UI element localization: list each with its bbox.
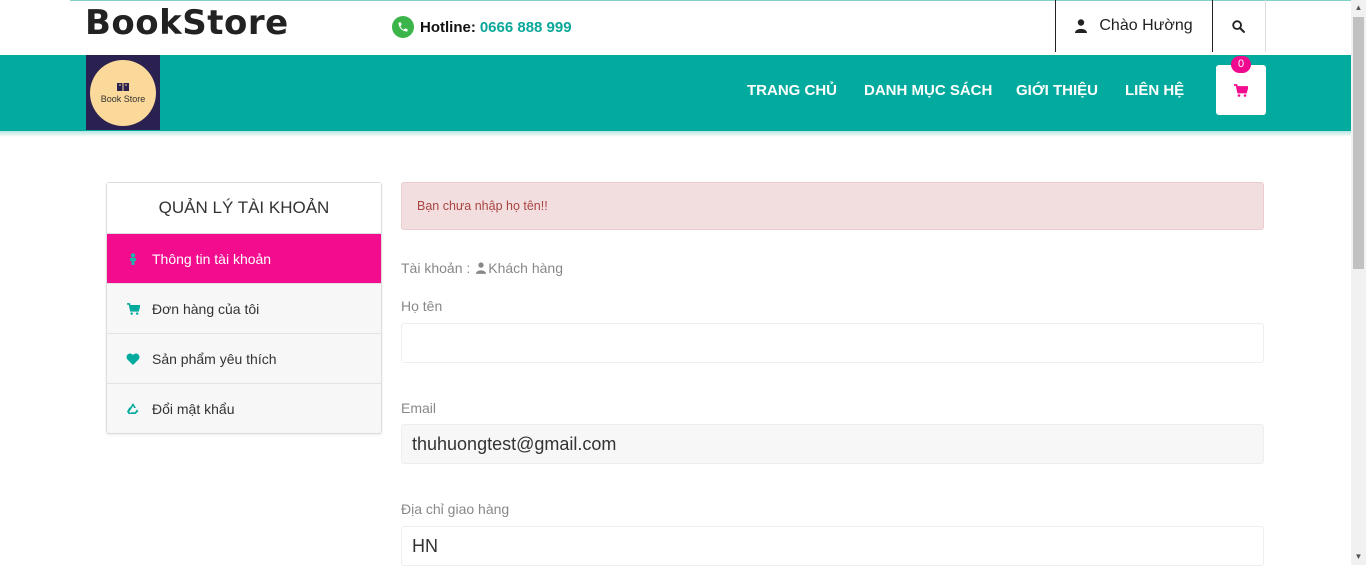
sidebar-item-change-password[interactable]: Đổi mật khẩu: [107, 384, 381, 433]
sidebar-item-my-orders[interactable]: Đơn hàng của tôi: [107, 284, 381, 334]
logo-text: Book Store: [100, 93, 146, 104]
logo[interactable]: Book Store: [86, 55, 160, 130]
hotline-label: Hotline:: [420, 18, 476, 36]
address-input[interactable]: [401, 526, 1264, 566]
error-alert: Bạn chưa nhập họ tên!!: [401, 182, 1264, 230]
greeting-text: Chào Hường: [1099, 17, 1193, 34]
account-sidebar: QUẢN LÝ TÀI KHOẢN Thông tin tài khoản Đơ…: [106, 182, 382, 434]
name-label: Họ tên: [401, 298, 443, 314]
user-icon: [126, 252, 140, 265]
cart-icon: [126, 302, 140, 315]
heart-icon: [126, 353, 140, 365]
sidebar-item-label: Đơn hàng của tôi: [152, 300, 260, 317]
nav-categories[interactable]: DANH MỤC SÁCH: [864, 82, 992, 99]
search-icon: [1232, 19, 1245, 33]
hotline: Hotline: 0666 888 999: [392, 16, 572, 38]
hotline-number[interactable]: 0666 888 999: [480, 19, 572, 36]
user-icon: [1075, 19, 1088, 33]
sidebar-item-account-info[interactable]: Thông tin tài khoản: [107, 234, 381, 284]
cart-count-badge: 0: [1231, 56, 1251, 73]
user-icon: [476, 262, 487, 274]
address-label: Địa chỉ giao hàng: [401, 501, 510, 517]
nav-contact[interactable]: LIÊN HỆ: [1125, 82, 1184, 99]
sidebar-item-label: Sản phẩm yêu thích: [152, 350, 277, 367]
nav-home[interactable]: TRANG CHỦ: [747, 82, 837, 99]
email-input[interactable]: [401, 424, 1264, 464]
scroll-up-arrow-icon[interactable]: ▲: [1353, 2, 1364, 14]
sidebar-title: QUẢN LÝ TÀI KHOẢN: [107, 183, 381, 234]
scrollbar-thumb[interactable]: [1353, 17, 1364, 269]
nav-about[interactable]: GIỚI THIỆU: [1016, 82, 1098, 99]
cart-icon: [1234, 83, 1248, 97]
account-type: Tài khoản : Khách hàng: [401, 260, 563, 276]
account-type-value: Khách hàng: [488, 260, 563, 276]
sidebar-item-label: Đổi mật khẩu: [152, 400, 235, 417]
email-label: Email: [401, 400, 437, 416]
phone-icon: [392, 16, 414, 38]
search-button[interactable]: [1212, 0, 1266, 52]
brand-name[interactable]: BookStore: [85, 3, 289, 43]
book-icon: [117, 82, 129, 91]
name-input[interactable]: [401, 323, 1264, 363]
recycle-icon: [126, 402, 140, 415]
sidebar-item-label: Thông tin tài khoản: [152, 250, 272, 267]
logo-badge: Book Store: [90, 59, 156, 126]
scroll-down-arrow-icon[interactable]: ▼: [1353, 551, 1364, 563]
user-greeting[interactable]: Chào Hường: [1055, 0, 1213, 52]
sidebar-item-favorites[interactable]: Sản phẩm yêu thích: [107, 334, 381, 384]
account-prefix: Tài khoản :: [401, 260, 471, 276]
nav-shadow: [0, 131, 1351, 137]
